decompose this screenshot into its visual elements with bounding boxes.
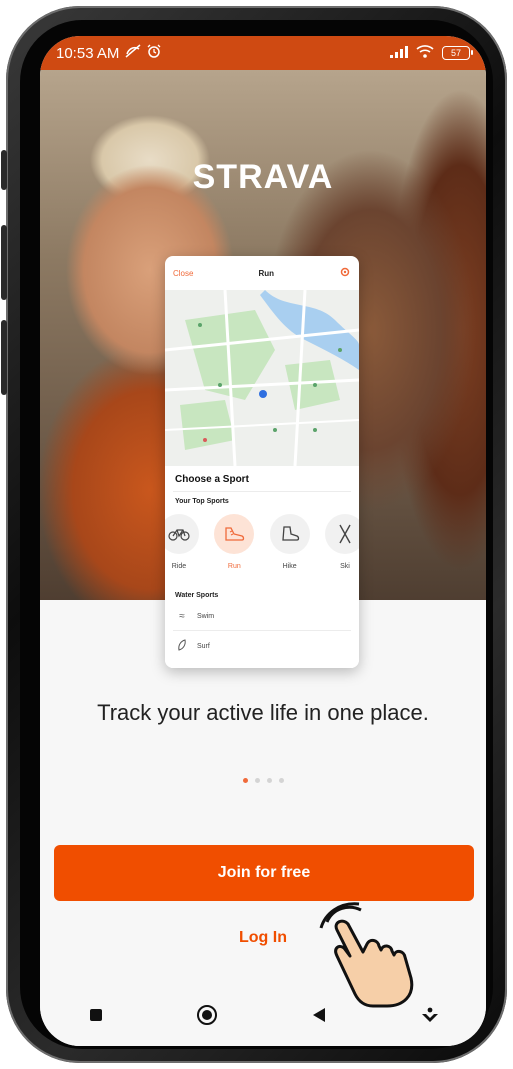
preview-header: Close Run [165, 256, 359, 290]
water-sports-section: Water Sports ≈ Swim Surf [165, 586, 359, 662]
signal-icon [390, 45, 408, 62]
sport-option-ski[interactable]: Ski [323, 514, 359, 570]
recents-icon[interactable] [81, 1000, 111, 1030]
sport-label: Ride [171, 563, 187, 570]
preview-title: Run [258, 268, 274, 278]
bike-icon [165, 514, 199, 554]
status-bar: 10:53 AM 57 [40, 36, 486, 70]
page-dot [266, 778, 272, 783]
sport-option-swim[interactable]: ≈ Swim [165, 603, 359, 630]
screen: 10:53 AM 57 STRAVA Close Run Choose a Sp… [40, 36, 486, 1046]
home-icon[interactable] [192, 1000, 222, 1030]
status-time: 10:53 AM [56, 44, 120, 62]
dnd-icon [125, 44, 141, 62]
sheet-title: Choose a Sport [175, 474, 249, 485]
page-dot [278, 778, 284, 783]
water-sports-label: Water Sports [175, 592, 219, 599]
settings-icon [339, 266, 351, 280]
page-indicator [40, 778, 486, 783]
sport-option-ride[interactable]: Ride [165, 514, 201, 570]
top-sports-label: Your Top Sports [175, 498, 229, 505]
shoe-icon [214, 514, 255, 554]
sport-option-run[interactable]: Run [212, 514, 256, 570]
page-dot [254, 778, 260, 783]
boot-icon [269, 514, 310, 554]
sport-option-surf[interactable]: Surf [165, 631, 359, 662]
sport-label: Hike [282, 563, 297, 570]
hero-photo: STRAVA Close Run Choose a Sport Your Top… [40, 70, 486, 668]
app-preview-card: Close Run Choose a Sport Your Top Sports… [165, 256, 359, 668]
onboarding-tagline: Track your active life in one place. [97, 700, 429, 725]
sport-label: Surf [197, 643, 210, 650]
alarm-icon [147, 44, 161, 62]
battery-icon: 57 [442, 46, 473, 60]
sport-label: Run [227, 563, 241, 570]
sport-option-hike[interactable]: Hike [268, 514, 312, 570]
preview-map [165, 290, 359, 466]
sport-label: Ski [340, 563, 350, 570]
page-dot-active [242, 778, 248, 783]
sport-label: Swim [197, 613, 215, 620]
join-for-free-button[interactable]: Join for free [54, 845, 474, 901]
ski-icon [324, 514, 359, 554]
strava-logo: STRAVA [192, 158, 334, 196]
wifi-icon [416, 44, 434, 62]
top-sports-row: Ride Run Hike Ski [165, 514, 359, 570]
phone-volume-button [1, 320, 7, 395]
pointing-hand-icon [319, 902, 414, 1008]
choose-sport-sheet: Choose a Sport Your Top Sports Ride Run … [165, 466, 359, 668]
surf-icon [175, 639, 189, 654]
phone-volume-button [1, 225, 7, 300]
preview-close-label: Close [173, 268, 194, 278]
swim-icon: ≈ [179, 611, 185, 622]
phone-side-button [1, 150, 7, 190]
